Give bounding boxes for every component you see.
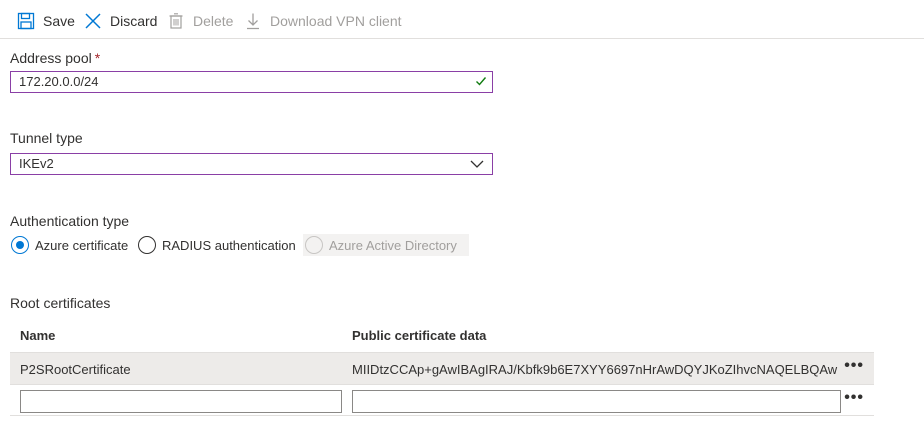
delete-button[interactable]: Delete xyxy=(167,9,233,33)
delete-label: Delete xyxy=(193,13,234,29)
chevron-down-icon xyxy=(470,158,484,174)
close-icon xyxy=(84,12,102,30)
radio-azure-active-directory[interactable]: Azure Active Directory xyxy=(303,234,469,256)
trash-icon xyxy=(167,12,185,30)
radio-unchecked-icon xyxy=(138,236,156,254)
new-certificate-name-input[interactable] xyxy=(20,390,342,413)
command-bar: Save Discard Delete Download VPN client xyxy=(0,0,924,39)
radio-label: Azure certificate xyxy=(35,237,129,253)
address-pool-label-text: Address pool xyxy=(10,50,92,66)
tunnel-type-label: Tunnel type xyxy=(10,130,83,146)
download-vpn-client-button[interactable]: Download VPN client xyxy=(244,9,402,33)
save-icon xyxy=(17,12,35,30)
table-header: Name Public certificate data xyxy=(10,320,874,352)
table-row-new: ••• xyxy=(10,384,874,416)
radio-disabled-icon xyxy=(305,236,323,254)
table-row[interactable]: P2SRootCertificate MIIDtzCCAp+gAwIBAgIRA… xyxy=(10,352,874,384)
certificate-data: MIIDtzCCAp+gAwIBAgIRAJ/Kbfk9b6E7XYY6697n… xyxy=(352,362,840,377)
discard-label: Discard xyxy=(110,13,158,29)
column-header-name: Name xyxy=(20,328,56,343)
authentication-type-label: Authentication type xyxy=(10,213,130,229)
radio-checked-icon xyxy=(11,236,29,254)
radio-radius-authentication[interactable]: RADIUS authentication xyxy=(138,234,296,256)
column-header-public-certificate-data: Public certificate data xyxy=(352,328,487,343)
root-certificates-label: Root certificates xyxy=(10,295,111,311)
checkmark-icon xyxy=(475,75,487,91)
new-certificate-data-input[interactable] xyxy=(352,390,841,413)
radio-label: RADIUS authentication xyxy=(162,237,296,253)
certificate-name: P2SRootCertificate xyxy=(20,362,131,377)
required-marker: * xyxy=(94,50,101,66)
tunnel-type-value: IKEv2 xyxy=(19,156,54,171)
download-label: Download VPN client xyxy=(270,13,402,29)
address-pool-input[interactable]: 172.20.0.0/24 xyxy=(10,71,493,93)
save-label: Save xyxy=(43,13,75,29)
tunnel-type-dropdown[interactable]: IKEv2 xyxy=(10,153,493,175)
save-button[interactable]: Save xyxy=(17,9,75,33)
discard-button[interactable]: Discard xyxy=(84,9,157,33)
download-icon xyxy=(244,12,262,30)
address-pool-label: Address pool * xyxy=(10,50,100,66)
more-options-icon[interactable]: ••• xyxy=(844,357,864,375)
more-options-icon[interactable]: ••• xyxy=(844,389,864,407)
radio-label: Azure Active Directory xyxy=(329,237,457,253)
radio-azure-certificate[interactable]: Azure certificate xyxy=(11,234,128,256)
address-pool-value: 172.20.0.0/24 xyxy=(19,74,99,89)
